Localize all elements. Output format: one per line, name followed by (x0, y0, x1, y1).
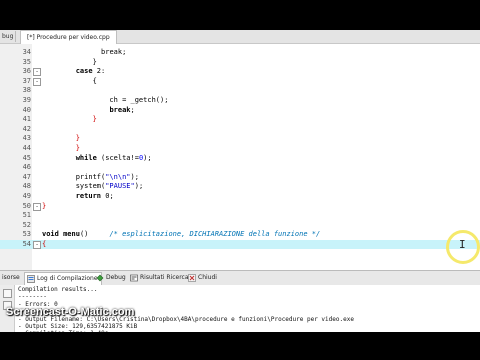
code-line[interactable]: 37- { (0, 77, 480, 87)
code-line[interactable]: 42 (0, 125, 480, 135)
code-line[interactable]: 47 printf("\n\n"); (0, 173, 480, 183)
tab-debug-partial[interactable]: bug (0, 31, 17, 42)
code-line[interactable]: 43 } (0, 134, 480, 144)
code-line[interactable]: 53 void menu() /* esplicitazione, DICHIAR… (0, 230, 480, 240)
code-text: break; (101, 48, 127, 56)
code-line[interactable]: 51 (0, 211, 480, 221)
line-number: 50 (22, 201, 31, 210)
code-text: } (42, 134, 80, 143)
tab-compile-log[interactable]: Log di Compilazione (24, 272, 102, 285)
code-text: } (42, 201, 47, 210)
code-line[interactable]: 36- case 2: (0, 67, 480, 77)
code-text: break; (109, 105, 135, 114)
code-line[interactable]: 38 (0, 86, 480, 96)
fold-toggle-icon[interactable]: - (33, 240, 41, 249)
line-number: 43 (22, 134, 31, 143)
fold-toggle-icon[interactable]: - (33, 202, 41, 211)
fold-toggle-icon[interactable]: - (33, 77, 41, 86)
line-number: 38 (22, 86, 31, 95)
tab-compile-log-label: Log di Compilazione (37, 275, 98, 282)
tab-close-panel-label: Chiudi (198, 274, 217, 281)
tab-debug[interactable]: Debug (94, 272, 129, 284)
code-line[interactable]: 34 break; (0, 48, 480, 58)
tab-search-results-label: Risultati Ricerca (140, 274, 189, 281)
line-number: 34 (22, 48, 31, 56)
code-line[interactable]: 54-{ (0, 239, 480, 250)
line-number: 45 (22, 153, 31, 162)
bottom-panel-tabs: isorse Log di Compilazione Debug Risulta… (0, 270, 480, 286)
line-number: 35 (22, 57, 31, 66)
line-number: 53 (22, 230, 31, 239)
editor-tab-bar: bug [*] Procedure per video.cpp (0, 30, 480, 44)
line-number: 42 (22, 124, 31, 133)
line-number: 46 (22, 163, 31, 172)
line-number: 47 (22, 172, 31, 181)
tab-debug-label: Debug (106, 274, 126, 281)
code-lines[interactable]: 34 break; 35 } 36- case 2: 37- {38 39 ch = _… (0, 48, 480, 250)
code-text: void menu() /* esplicitazione, DICHIARAZ… (42, 230, 321, 239)
code-text: case 2: (75, 67, 106, 76)
line-number: 52 (22, 220, 31, 229)
close-panel-icon (188, 274, 196, 282)
line-number: 37 (22, 76, 31, 85)
line-number: 49 (22, 191, 31, 200)
code-text: } (42, 115, 97, 124)
code-line[interactable]: 41 } (0, 115, 480, 125)
code-line[interactable]: 50-} (0, 202, 480, 212)
code-line[interactable]: 48 system("PAUSE"); (0, 182, 480, 192)
tab-resources-label: isorse (2, 274, 20, 281)
code-text: printf("\n\n"); (42, 172, 139, 181)
code-text: system("PAUSE"); (42, 182, 144, 191)
search-results-icon (130, 274, 138, 282)
code-line[interactable]: 39 ch = _getch(); (0, 96, 480, 106)
line-number: 48 (22, 182, 31, 191)
ide-window: bug [*] Procedure per video.cpp 34 break… (0, 30, 480, 332)
tab-close-panel[interactable]: Chiudi (186, 272, 220, 284)
line-number: 40 (22, 105, 31, 114)
line-number: 51 (22, 211, 31, 220)
tab-search-results[interactable]: Risultati Ricerca (128, 272, 192, 284)
code-text: { (42, 239, 47, 248)
code-line[interactable]: 49 return 0; (0, 192, 480, 202)
line-number: 44 (22, 143, 31, 152)
code-text: } (42, 143, 80, 152)
line-number: 41 (22, 115, 31, 124)
ibeam-cursor-icon: I (459, 238, 466, 251)
tab-resources[interactable]: isorse (0, 272, 23, 284)
fold-toggle-icon[interactable]: - (33, 68, 41, 77)
code-editor[interactable]: 34 break; 35 } 36- case 2: 37- {38 39 ch = _… (0, 44, 480, 270)
code-text: { (42, 76, 97, 85)
watermark: Screencast-O-Matic.com (6, 306, 135, 318)
tab-procedure-per-video[interactable]: [*] Procedure per video.cpp (20, 30, 117, 44)
code-text: } (42, 57, 97, 66)
stop-compile-icon[interactable] (3, 289, 12, 298)
code-line[interactable]: 35 } (0, 58, 480, 68)
code-text: while (scelta!=0); (75, 153, 152, 162)
code-text: return 0; (75, 191, 114, 200)
code-line[interactable]: 52 (0, 221, 480, 231)
compile-log-icon (27, 275, 35, 283)
debug-icon (96, 274, 104, 282)
line-number: 39 (22, 95, 31, 104)
code-line[interactable]: 40 break; (0, 106, 480, 116)
code-line[interactable]: 45 while (scelta!=0); (0, 154, 480, 164)
code-text: ch = _getch(); (42, 95, 169, 104)
line-number: 36 (22, 67, 31, 76)
code-line[interactable]: 44 } (0, 144, 480, 154)
line-number: 54 (22, 239, 31, 248)
code-line[interactable]: 46 (0, 163, 480, 173)
